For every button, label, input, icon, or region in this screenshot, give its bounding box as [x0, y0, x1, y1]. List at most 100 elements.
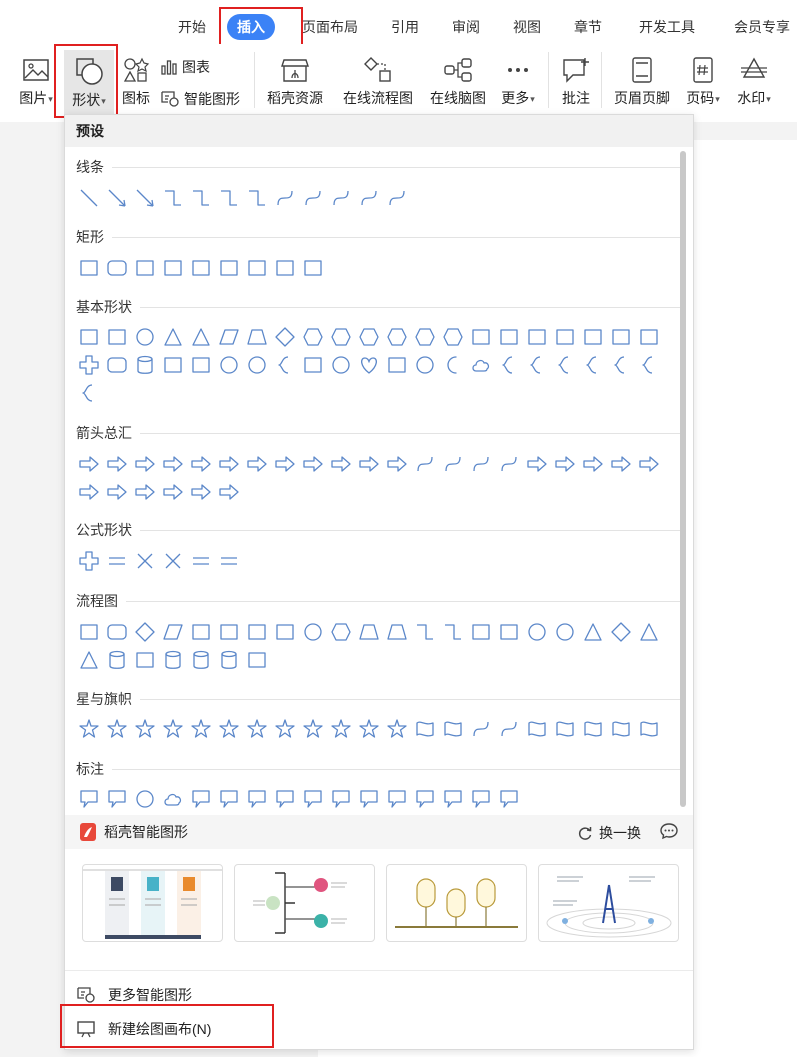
tab-view[interactable]: 视图 [513, 14, 541, 40]
right-arrow-callout-icon[interactable] [635, 450, 663, 478]
multiply-sign-icon[interactable] [131, 547, 159, 575]
left-right-up-arrow-icon[interactable] [271, 450, 299, 478]
explosion-icon[interactable] [75, 715, 103, 743]
sort-icon[interactable] [607, 618, 635, 646]
snip-same-side-rectangle-icon[interactable] [159, 254, 187, 282]
double-brace-icon[interactable] [551, 351, 579, 379]
document-icon[interactable] [243, 618, 271, 646]
octagon-icon[interactable] [383, 323, 411, 351]
smart-graphic-thumbnail[interactable] [538, 864, 679, 942]
right-bracket-icon[interactable] [607, 351, 635, 379]
curved-down-arrow-icon[interactable] [495, 450, 523, 478]
star-16-point-icon[interactable] [327, 715, 355, 743]
snip-diagonal-rectangle-icon[interactable] [187, 254, 215, 282]
chevron-icon[interactable] [607, 450, 635, 478]
line-callout-1-accent-icon[interactable] [271, 785, 299, 813]
line-callout-2-accent-icon[interactable] [299, 785, 327, 813]
block-arc-icon[interactable] [271, 351, 299, 379]
folded-corner-icon[interactable] [299, 351, 327, 379]
alternate-process-icon[interactable] [103, 618, 131, 646]
line-callout-3-accent-icon[interactable] [327, 785, 355, 813]
card-icon[interactable] [467, 618, 495, 646]
star-12-point-icon[interactable] [299, 715, 327, 743]
chord-icon[interactable] [523, 323, 551, 351]
up-arrow-icon[interactable] [131, 450, 159, 478]
page-number-button[interactable]: 页码▾ [682, 56, 724, 108]
panel-scrollbar[interactable] [680, 151, 686, 807]
tab-page-layout[interactable]: 页面布局 [302, 14, 358, 40]
left-right-arrow-icon[interactable] [187, 450, 215, 478]
diagonal-stripe-icon[interactable] [635, 323, 663, 351]
snip-round-rectangle-icon[interactable] [215, 254, 243, 282]
curved-connector-icon[interactable] [243, 184, 271, 212]
rounded-rectangle-icon[interactable] [103, 254, 131, 282]
star-24-point-icon[interactable] [355, 715, 383, 743]
right-triangle-icon[interactable] [187, 323, 215, 351]
curved-right-arrow-icon[interactable] [411, 450, 439, 478]
half-frame-icon[interactable] [579, 323, 607, 351]
collate-icon[interactable] [579, 618, 607, 646]
curve-icon[interactable] [327, 184, 355, 212]
round-diagonal-rectangle-icon[interactable] [299, 254, 327, 282]
quad-arrow-callout-icon[interactable] [187, 478, 215, 506]
arrow-line-icon[interactable] [103, 184, 131, 212]
left-brace-icon[interactable] [635, 351, 663, 379]
manual-operation-icon[interactable] [383, 618, 411, 646]
terminator-icon[interactable] [299, 618, 327, 646]
comment-button[interactable]: 批注 [558, 56, 594, 108]
up-arrow-callout-icon[interactable] [103, 478, 131, 506]
tab-home[interactable]: 开始 [178, 14, 206, 40]
round-same-side-rectangle-icon[interactable] [271, 254, 299, 282]
left-arrow-callout-icon[interactable] [75, 478, 103, 506]
extract-icon[interactable] [635, 618, 663, 646]
tab-references[interactable]: 引用 [391, 14, 419, 40]
vertical-scroll-icon[interactable] [523, 715, 551, 743]
teardrop-icon[interactable] [495, 323, 523, 351]
predefined-process-icon[interactable] [187, 618, 215, 646]
curved-double-arrow-icon[interactable] [299, 184, 327, 212]
new-drawing-canvas-item[interactable]: 新建绘图画布(N) [76, 1019, 211, 1039]
picture-button[interactable]: 图片▾ [14, 56, 58, 108]
lightning-bolt-icon[interactable] [383, 351, 411, 379]
dodecagon-icon[interactable] [439, 323, 467, 351]
manual-input-icon[interactable] [355, 618, 383, 646]
star-4-point-thin-icon[interactable] [131, 715, 159, 743]
ribbon-down-icon[interactable] [439, 715, 467, 743]
magnetic-disk-icon[interactable] [187, 646, 215, 674]
stored-data-icon[interactable] [103, 646, 131, 674]
preparation-icon[interactable] [327, 618, 355, 646]
double-arrow-line-icon[interactable] [131, 184, 159, 212]
decision-icon[interactable] [131, 618, 159, 646]
curved-arrow-icon[interactable] [271, 184, 299, 212]
merge-icon[interactable] [75, 646, 103, 674]
rectangle-icon[interactable] [75, 254, 103, 282]
sequential-access-storage-icon[interactable] [159, 646, 187, 674]
striped-right-arrow-icon[interactable] [523, 450, 551, 478]
sun-icon[interactable] [411, 351, 439, 379]
quad-arrow-icon[interactable] [243, 450, 271, 478]
tab-developer[interactable]: 开发工具 [639, 14, 695, 40]
not-equal-sign-icon[interactable] [215, 547, 243, 575]
connector-icon[interactable] [411, 618, 439, 646]
curved-ribbon-up-icon[interactable] [467, 715, 495, 743]
circular-arrow-icon[interactable] [215, 478, 243, 506]
moon-icon[interactable] [439, 351, 467, 379]
left-right-arrow-callout-icon[interactable] [159, 478, 187, 506]
line-callout-3-no-border-icon[interactable] [411, 785, 439, 813]
pentagon-arrow-icon[interactable] [579, 450, 607, 478]
swap-button[interactable]: 换一换 [577, 823, 641, 843]
header-footer-button[interactable]: 页眉页脚 [610, 56, 674, 108]
punched-tape-icon[interactable] [495, 618, 523, 646]
direct-access-storage-icon[interactable] [215, 646, 243, 674]
trapezoid-icon[interactable] [243, 323, 271, 351]
scribble-icon[interactable] [383, 184, 411, 212]
line-callout-2-icon[interactable] [215, 785, 243, 813]
star-5-point-icon[interactable] [159, 715, 187, 743]
elbow-arrow-icon[interactable] [187, 184, 215, 212]
minus-sign-icon[interactable] [103, 547, 131, 575]
line-callout-2-no-border-icon[interactable] [383, 785, 411, 813]
delay-icon[interactable] [131, 646, 159, 674]
line-callout-3-icon[interactable] [243, 785, 271, 813]
smart-graphic-thumbnail[interactable] [386, 864, 527, 942]
shape-button[interactable]: 形状▾ [64, 50, 114, 114]
